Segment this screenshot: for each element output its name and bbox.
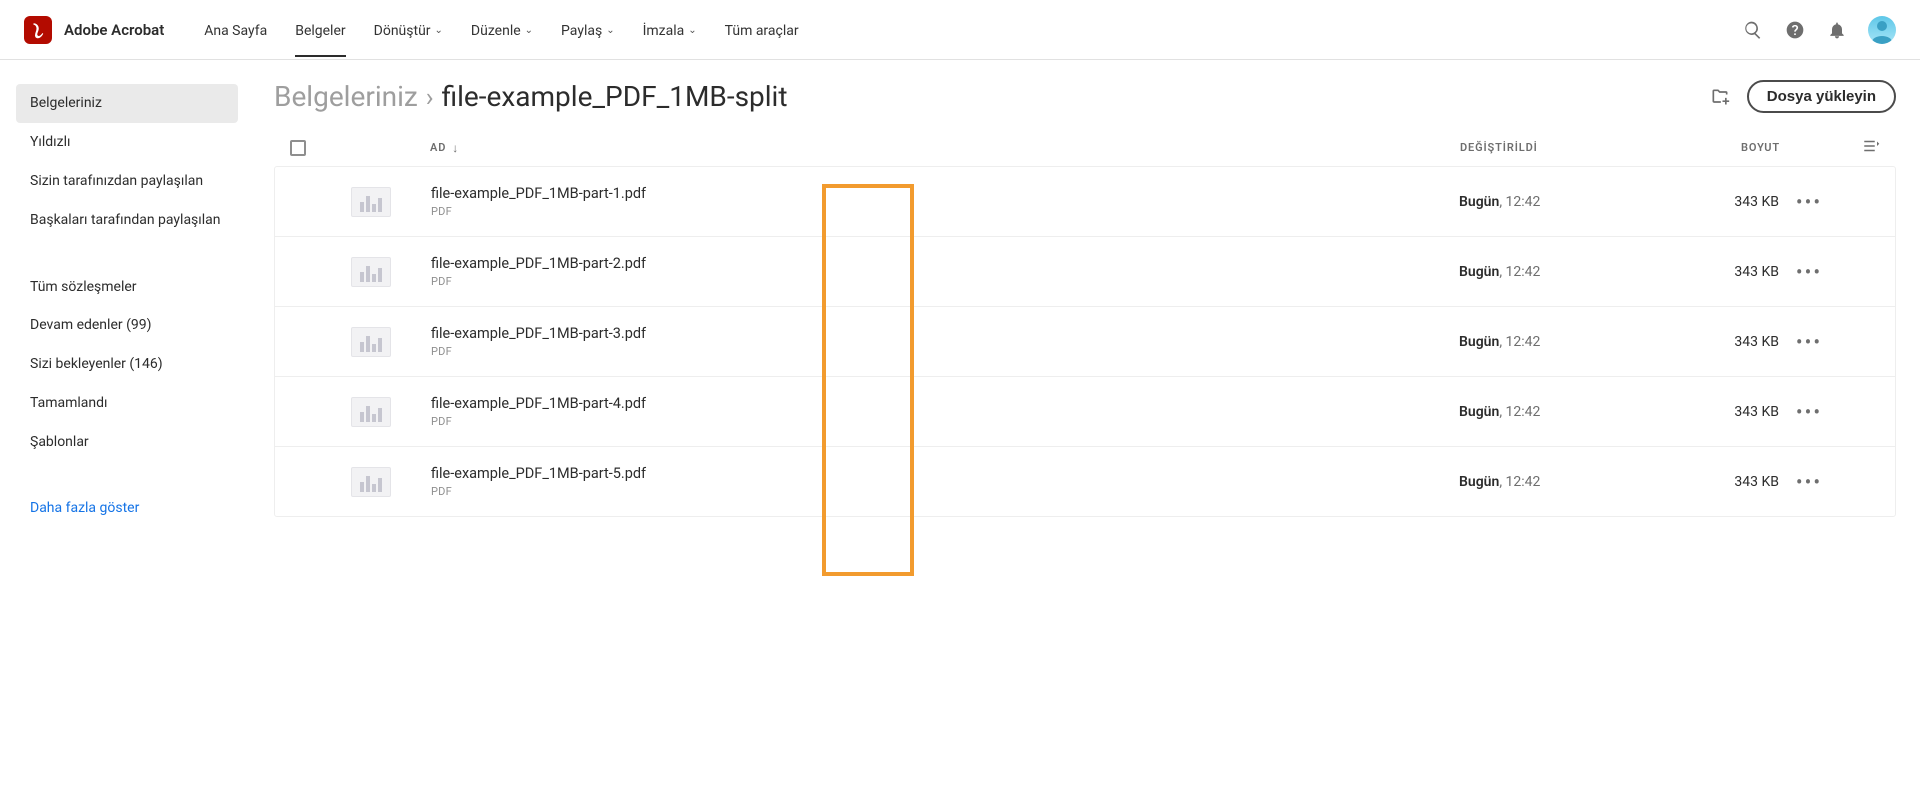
file-name: file-example_PDF_1MB-part-1.pdf xyxy=(431,185,646,202)
sidebar-show-more[interactable]: Daha fazla göster xyxy=(16,490,238,526)
pdf-thumbnail-icon xyxy=(351,467,391,497)
nav-item-label: Dönüştür xyxy=(374,23,431,39)
sidebar-item[interactable]: Yıldızlı xyxy=(16,123,238,162)
new-folder-icon[interactable] xyxy=(1709,86,1731,108)
file-size: 343 KB xyxy=(1659,334,1779,350)
nav-item-dönüştür[interactable]: Dönüştür ⌄ xyxy=(374,3,443,57)
table-row[interactable]: file-example_PDF_1MB-part-1.pdf PDF Bugün,… xyxy=(275,167,1895,237)
file-name: file-example_PDF_1MB-part-4.pdf xyxy=(431,395,646,412)
avatar[interactable] xyxy=(1868,16,1896,44)
more-actions-icon[interactable]: ••• xyxy=(1796,260,1822,284)
file-type: PDF xyxy=(431,415,646,428)
file-size: 343 KB xyxy=(1659,474,1779,490)
nav-item-belgeler[interactable]: Belgeler xyxy=(295,3,345,57)
table-rows: file-example_PDF_1MB-part-1.pdf PDF Bugün,… xyxy=(274,166,1896,517)
nav-item-ana-sayfa[interactable]: Ana Sayfa xyxy=(204,3,267,57)
file-name: file-example_PDF_1MB-part-5.pdf xyxy=(431,465,646,482)
sidebar: BelgelerinizYıldızlıSizin tarafınızdan p… xyxy=(0,60,250,557)
column-header-name-label: AD xyxy=(430,141,446,154)
pdf-thumbnail-icon xyxy=(351,397,391,427)
file-modified: Bugün, 12:42 xyxy=(1459,334,1659,350)
column-header-name[interactable]: AD ↓ xyxy=(430,141,1460,155)
file-type: PDF xyxy=(431,205,646,218)
sidebar-item[interactable]: Belgeleriniz xyxy=(16,84,238,123)
select-all-checkbox[interactable] xyxy=(290,140,350,156)
chevron-down-icon: ⌄ xyxy=(688,25,696,36)
sidebar-item[interactable]: Devam edenler (99) xyxy=(16,306,238,345)
view-toggle[interactable] xyxy=(1840,137,1880,158)
file-size: 343 KB xyxy=(1659,404,1779,420)
pdf-thumbnail-icon xyxy=(351,187,391,217)
sort-arrow-down-icon: ↓ xyxy=(452,141,459,155)
file-modified: Bugün, 12:42 xyxy=(1459,474,1659,490)
more-actions-icon[interactable]: ••• xyxy=(1796,400,1822,424)
table-row[interactable]: file-example_PDF_1MB-part-3.pdf PDF Bugün,… xyxy=(275,307,1895,377)
sidebar-item[interactable]: Şablonlar xyxy=(16,423,238,462)
column-header-size[interactable]: BOYUT xyxy=(1660,141,1780,154)
search-icon[interactable] xyxy=(1742,19,1764,41)
page-head-actions: Dosya yükleyin xyxy=(1709,80,1896,113)
breadcrumb-separator: › xyxy=(426,83,434,113)
nav-item-label: Belgeler xyxy=(295,23,345,39)
bell-icon[interactable] xyxy=(1826,19,1848,41)
acrobat-logo-icon xyxy=(24,16,52,44)
file-modified: Bugün, 12:42 xyxy=(1459,264,1659,280)
table-row[interactable]: file-example_PDF_1MB-part-4.pdf PDF Bugün,… xyxy=(275,377,1895,447)
nav-item-tüm-araçlar[interactable]: Tüm araçlar xyxy=(725,3,799,57)
nav-item-düzenle[interactable]: Düzenle ⌄ xyxy=(471,3,533,57)
file-modified: Bugün, 12:42 xyxy=(1459,404,1659,420)
file-type: PDF xyxy=(431,345,646,358)
breadcrumb-root[interactable]: Belgeleriniz xyxy=(274,80,418,113)
nav-item-label: Paylaş xyxy=(561,23,602,39)
page-head: Belgeleriniz › file-example_PDF_1MB-spli… xyxy=(274,80,1896,113)
nav-item-label: Ana Sayfa xyxy=(204,23,267,39)
sidebar-item[interactable]: Sizin tarafınızdan paylaşılan xyxy=(16,162,238,201)
main: Belgeleriniz › file-example_PDF_1MB-spli… xyxy=(250,60,1920,557)
nav-item-i̇mzala[interactable]: İmzala⌄ xyxy=(643,3,697,57)
sidebar-item[interactable]: Sizi bekleyenler (146) xyxy=(16,345,238,384)
pdf-thumbnail-icon xyxy=(351,327,391,357)
shell: BelgelerinizYıldızlıSizin tarafınızdan p… xyxy=(0,60,1920,557)
sidebar-item[interactable]: Tüm sözleşmeler xyxy=(16,268,238,307)
table-row[interactable]: file-example_PDF_1MB-part-2.pdf PDF Bugün,… xyxy=(275,237,1895,307)
sidebar-group-2: Tüm sözleşmelerDevam edenler (99)Sizi be… xyxy=(16,268,238,462)
table-header: AD ↓ DEĞİŞTİRİLDİ BOYUT xyxy=(274,129,1896,166)
sidebar-item[interactable]: Başkaları tarafından paylaşılan xyxy=(16,201,238,240)
file-size: 343 KB xyxy=(1659,194,1779,210)
nav-item-label: İmzala xyxy=(643,23,685,39)
file-modified: Bugün, 12:42 xyxy=(1459,194,1659,210)
file-type: PDF xyxy=(431,485,646,498)
file-name: file-example_PDF_1MB-part-2.pdf xyxy=(431,255,646,272)
sidebar-group-1: BelgelerinizYıldızlıSizin tarafınızdan p… xyxy=(16,84,238,240)
more-actions-icon[interactable]: ••• xyxy=(1796,190,1822,214)
sidebar-item[interactable]: Tamamlandı xyxy=(16,384,238,423)
chevron-down-icon: ⌄ xyxy=(606,25,614,36)
table-row[interactable]: file-example_PDF_1MB-part-5.pdf PDF Bugün,… xyxy=(275,447,1895,516)
app-name: Adobe Acrobat xyxy=(64,21,164,39)
file-size: 343 KB xyxy=(1659,264,1779,280)
more-actions-icon[interactable]: ••• xyxy=(1796,470,1822,494)
main-nav: Ana SayfaBelgelerDönüştür⌄Düzenle⌄Paylaş… xyxy=(204,3,798,57)
upload-button[interactable]: Dosya yükleyin xyxy=(1747,80,1896,113)
breadcrumb-current: file-example_PDF_1MB-split xyxy=(442,80,788,113)
more-actions-icon[interactable]: ••• xyxy=(1796,330,1822,354)
topbar-right xyxy=(1742,16,1896,44)
topbar: Adobe Acrobat Ana Sayfa Belgeler Dönüştür ⌄… xyxy=(0,0,1920,60)
nav-item-paylaş[interactable]: Paylaş ⌄ xyxy=(561,3,615,57)
breadcrumb: Belgeleriniz › file-example_PDF_1MB-spli… xyxy=(274,80,788,113)
file-type: PDF xyxy=(431,275,646,288)
pdf-thumbnail-icon xyxy=(351,257,391,287)
help-icon[interactable] xyxy=(1784,19,1806,41)
file-name: file-example_PDF_1MB-part-3.pdf xyxy=(431,325,646,342)
chevron-down-icon: ⌄ xyxy=(435,25,443,36)
nav-item-label: Tüm araçlar xyxy=(725,23,799,39)
column-header-modified[interactable]: DEĞİŞTİRİLDİ xyxy=(1460,141,1660,154)
chevron-down-icon: ⌄ xyxy=(525,25,533,36)
nav-item-label: Düzenle xyxy=(471,23,521,39)
